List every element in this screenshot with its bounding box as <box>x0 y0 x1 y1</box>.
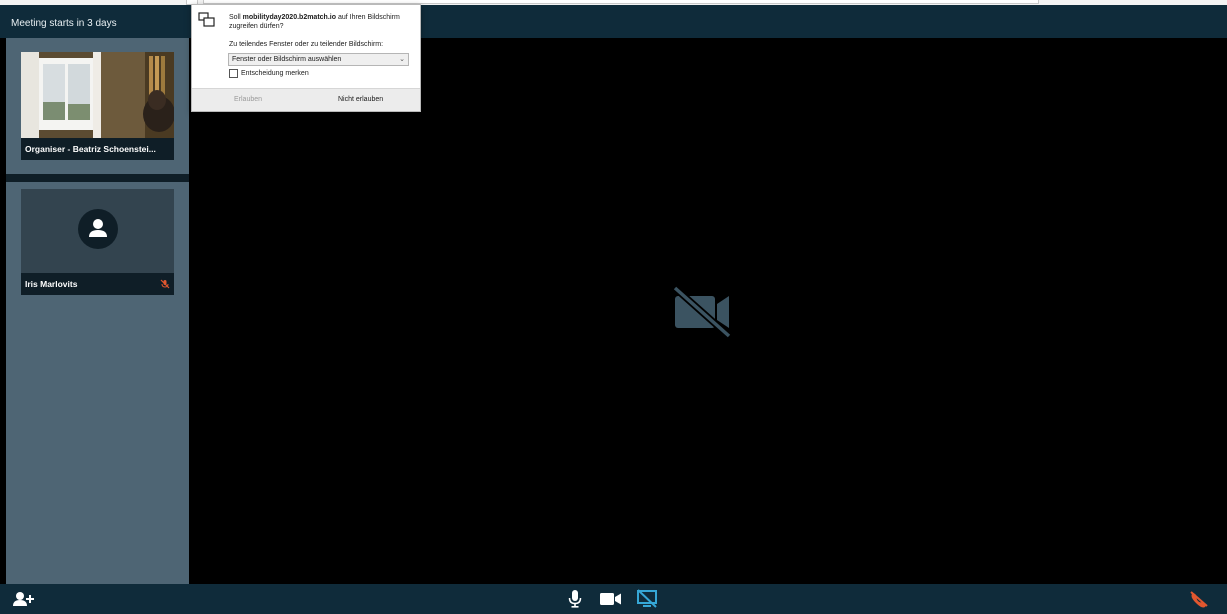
microphone-icon <box>568 590 582 608</box>
screen-share-off-icon <box>637 589 657 608</box>
participant-name-bar: Iris Marlovits <box>21 273 174 295</box>
screen-share-button[interactable] <box>636 589 658 609</box>
camera-off-icon <box>672 285 732 339</box>
participant-name: Organiser - Beatriz Schoenstei... <box>21 138 174 160</box>
microphone-muted-icon <box>160 279 170 289</box>
microphone-button[interactable] <box>567 589 583 609</box>
participant-video <box>21 52 174 138</box>
camera-icon <box>600 593 621 605</box>
remember-decision-row: Entscheidung merken <box>229 69 309 78</box>
meeting-header: Meeting starts in 3 days <box>0 5 1227 38</box>
window-or-screen-select[interactable]: Fenster oder Bildschirm auswählen ⌄ <box>228 53 409 66</box>
add-participant-button[interactable] <box>12 589 34 609</box>
question-prefix: Soll <box>229 14 243 21</box>
hang-up-icon <box>1190 591 1208 608</box>
sidebar-divider <box>6 174 189 182</box>
screen-share-permission-dialog: Soll mobilityday2020.b2match.io auf Ihre… <box>191 4 421 112</box>
screen-share-icon <box>198 12 215 27</box>
participant-sidebar: Organiser - Beatriz Schoenstei... Iris M… <box>6 38 189 584</box>
remember-decision-checkbox[interactable] <box>229 69 238 78</box>
participant-tile[interactable]: Iris Marlovits <box>21 189 174 295</box>
camera-button[interactable] <box>600 589 622 609</box>
meeting-status: Meeting starts in 3 days <box>11 18 117 29</box>
hang-up-button[interactable] <box>1188 589 1210 609</box>
dialog-question: Soll mobilityday2020.b2match.io auf Ihre… <box>229 13 415 31</box>
select-label: Zu teilendes Fenster oder zu teilender B… <box>229 41 384 48</box>
participant-tile[interactable]: Organiser - Beatriz Schoenstei... <box>21 52 174 160</box>
dialog-footer: Erlauben Nicht erlauben <box>192 88 420 111</box>
control-bar <box>0 584 1227 614</box>
deny-button[interactable]: Nicht erlauben <box>338 89 383 111</box>
add-participant-icon <box>13 592 34 606</box>
chevron-down-icon: ⌄ <box>399 56 405 63</box>
main-video-stage <box>189 38 1227 584</box>
avatar <box>78 209 118 249</box>
remember-decision-label: Entscheidung merken <box>241 70 309 77</box>
participant-name: Iris Marlovits <box>25 279 78 289</box>
requesting-host: mobilityday2020.b2match.io <box>242 14 336 21</box>
user-icon <box>89 219 107 237</box>
select-value: Fenster oder Bildschirm auswählen <box>232 56 342 63</box>
allow-button[interactable]: Erlauben <box>234 89 262 111</box>
